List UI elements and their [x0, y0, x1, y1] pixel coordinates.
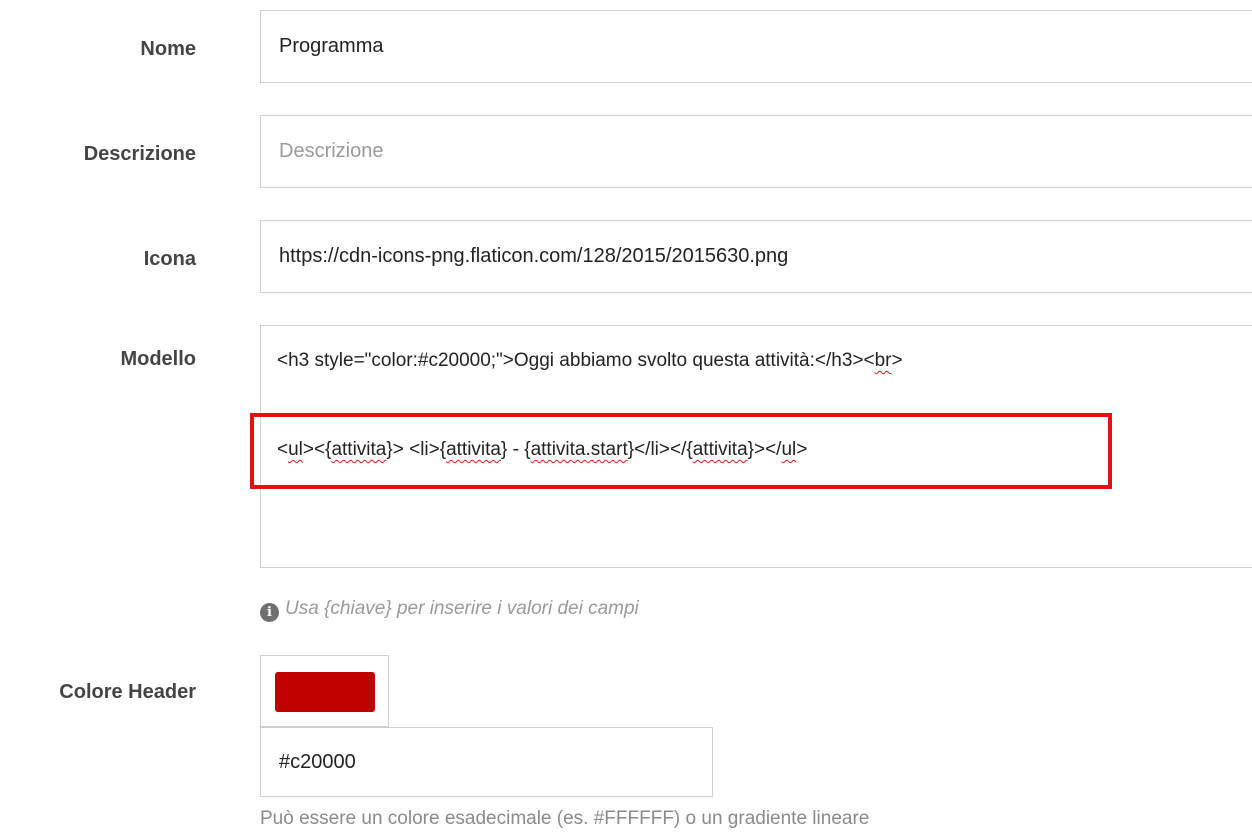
code-text: <h3 style="color:#c20000;">Oggi abbiamo …	[277, 350, 875, 371]
modello-hint: i Usa {chiave} per inserire i valori dei …	[260, 598, 639, 622]
hint-text: Usa {chiave} per inserire i valori dei c…	[285, 598, 639, 619]
color-hex-input[interactable]	[260, 727, 713, 797]
modello-label: Modello	[120, 348, 196, 370]
nome-input[interactable]	[260, 10, 1252, 83]
icona-input[interactable]	[260, 220, 1252, 293]
highlight-box	[250, 413, 1112, 489]
descrizione-label: Descrizione	[83, 143, 196, 165]
color-picker-button[interactable]	[260, 655, 389, 727]
colore-header-label: Colore Header	[59, 681, 196, 703]
modello-line-1: <h3 style="color:#c20000;">Oggi abbiamo …	[277, 350, 903, 372]
descrizione-input[interactable]	[260, 115, 1252, 188]
code-text: >	[891, 350, 903, 371]
color-help-text: Può essere un colore esadecimale (es. #F…	[260, 808, 870, 829]
spellcheck-word: br	[874, 350, 892, 371]
info-circle-icon: i	[260, 603, 279, 622]
nome-label: Nome	[140, 38, 196, 60]
color-swatch	[275, 672, 375, 712]
icona-label: Icona	[143, 248, 196, 270]
